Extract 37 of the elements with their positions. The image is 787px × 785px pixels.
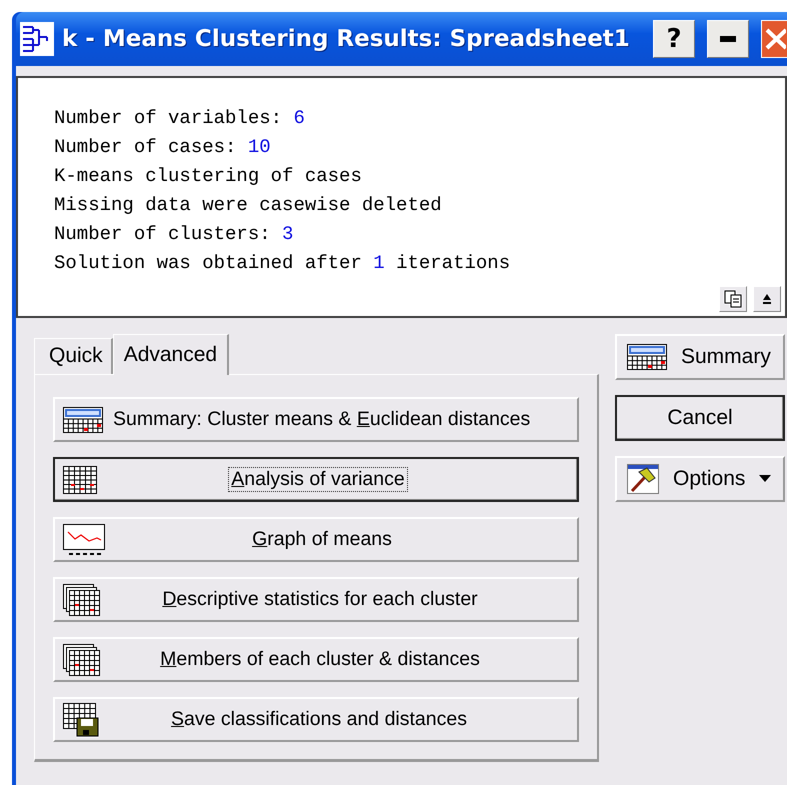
up-arrow-icon xyxy=(762,293,772,305)
copy-button[interactable] xyxy=(719,286,747,312)
spreadsheet-icon xyxy=(63,644,101,676)
copy-icon xyxy=(724,290,742,308)
help-button[interactable]: ? xyxy=(653,20,695,58)
tree-icon xyxy=(20,22,54,56)
action-button[interactable]: Summary: Cluster means & Euclidean distances xyxy=(53,397,579,442)
table-icon xyxy=(627,344,667,370)
action-button[interactable]: Save classifications and distances xyxy=(53,697,579,742)
spreadsheet-icon xyxy=(63,584,101,616)
action-button[interactable]: Members of each cluster & distances xyxy=(53,637,579,682)
output-line: Number of variables: 6 xyxy=(54,106,306,131)
minimize-button[interactable] xyxy=(707,20,749,58)
caret-icon xyxy=(759,475,772,483)
output-line: Number of cases: 10 xyxy=(54,135,272,160)
table-icon xyxy=(63,466,97,494)
table-icon xyxy=(63,406,103,432)
action-button[interactable]: Descriptive statistics for each cluster xyxy=(53,577,579,622)
output-line: Number of clusters: 3 xyxy=(54,222,294,247)
hammer-icon xyxy=(627,464,659,494)
dialog-button[interactable]: Summary xyxy=(615,334,785,380)
output-line: Solution was obtained after 1 iterations xyxy=(54,251,512,276)
close-button[interactable] xyxy=(761,20,787,58)
close-icon xyxy=(764,26,786,50)
dialog-button[interactable]: Cancel xyxy=(615,395,785,441)
action-button[interactable]: Graph of means xyxy=(53,517,579,562)
tab[interactable]: Advanced xyxy=(112,334,230,375)
action-button[interactable]: Analysis of variance xyxy=(53,457,579,502)
output-line: K-means clustering of cases xyxy=(54,164,363,189)
tab[interactable]: Quick xyxy=(34,338,113,374)
window-title: k - Means Clustering Results: Spreadsheet1 xyxy=(62,26,631,52)
minimize-icon xyxy=(720,36,736,42)
collapse-button[interactable] xyxy=(753,286,781,312)
spreadsheet-save-icon xyxy=(63,702,99,736)
line-chart-icon xyxy=(63,524,105,556)
options-button[interactable]: Options xyxy=(615,456,785,502)
output-line: Missing data were casewise deleted xyxy=(54,193,443,218)
